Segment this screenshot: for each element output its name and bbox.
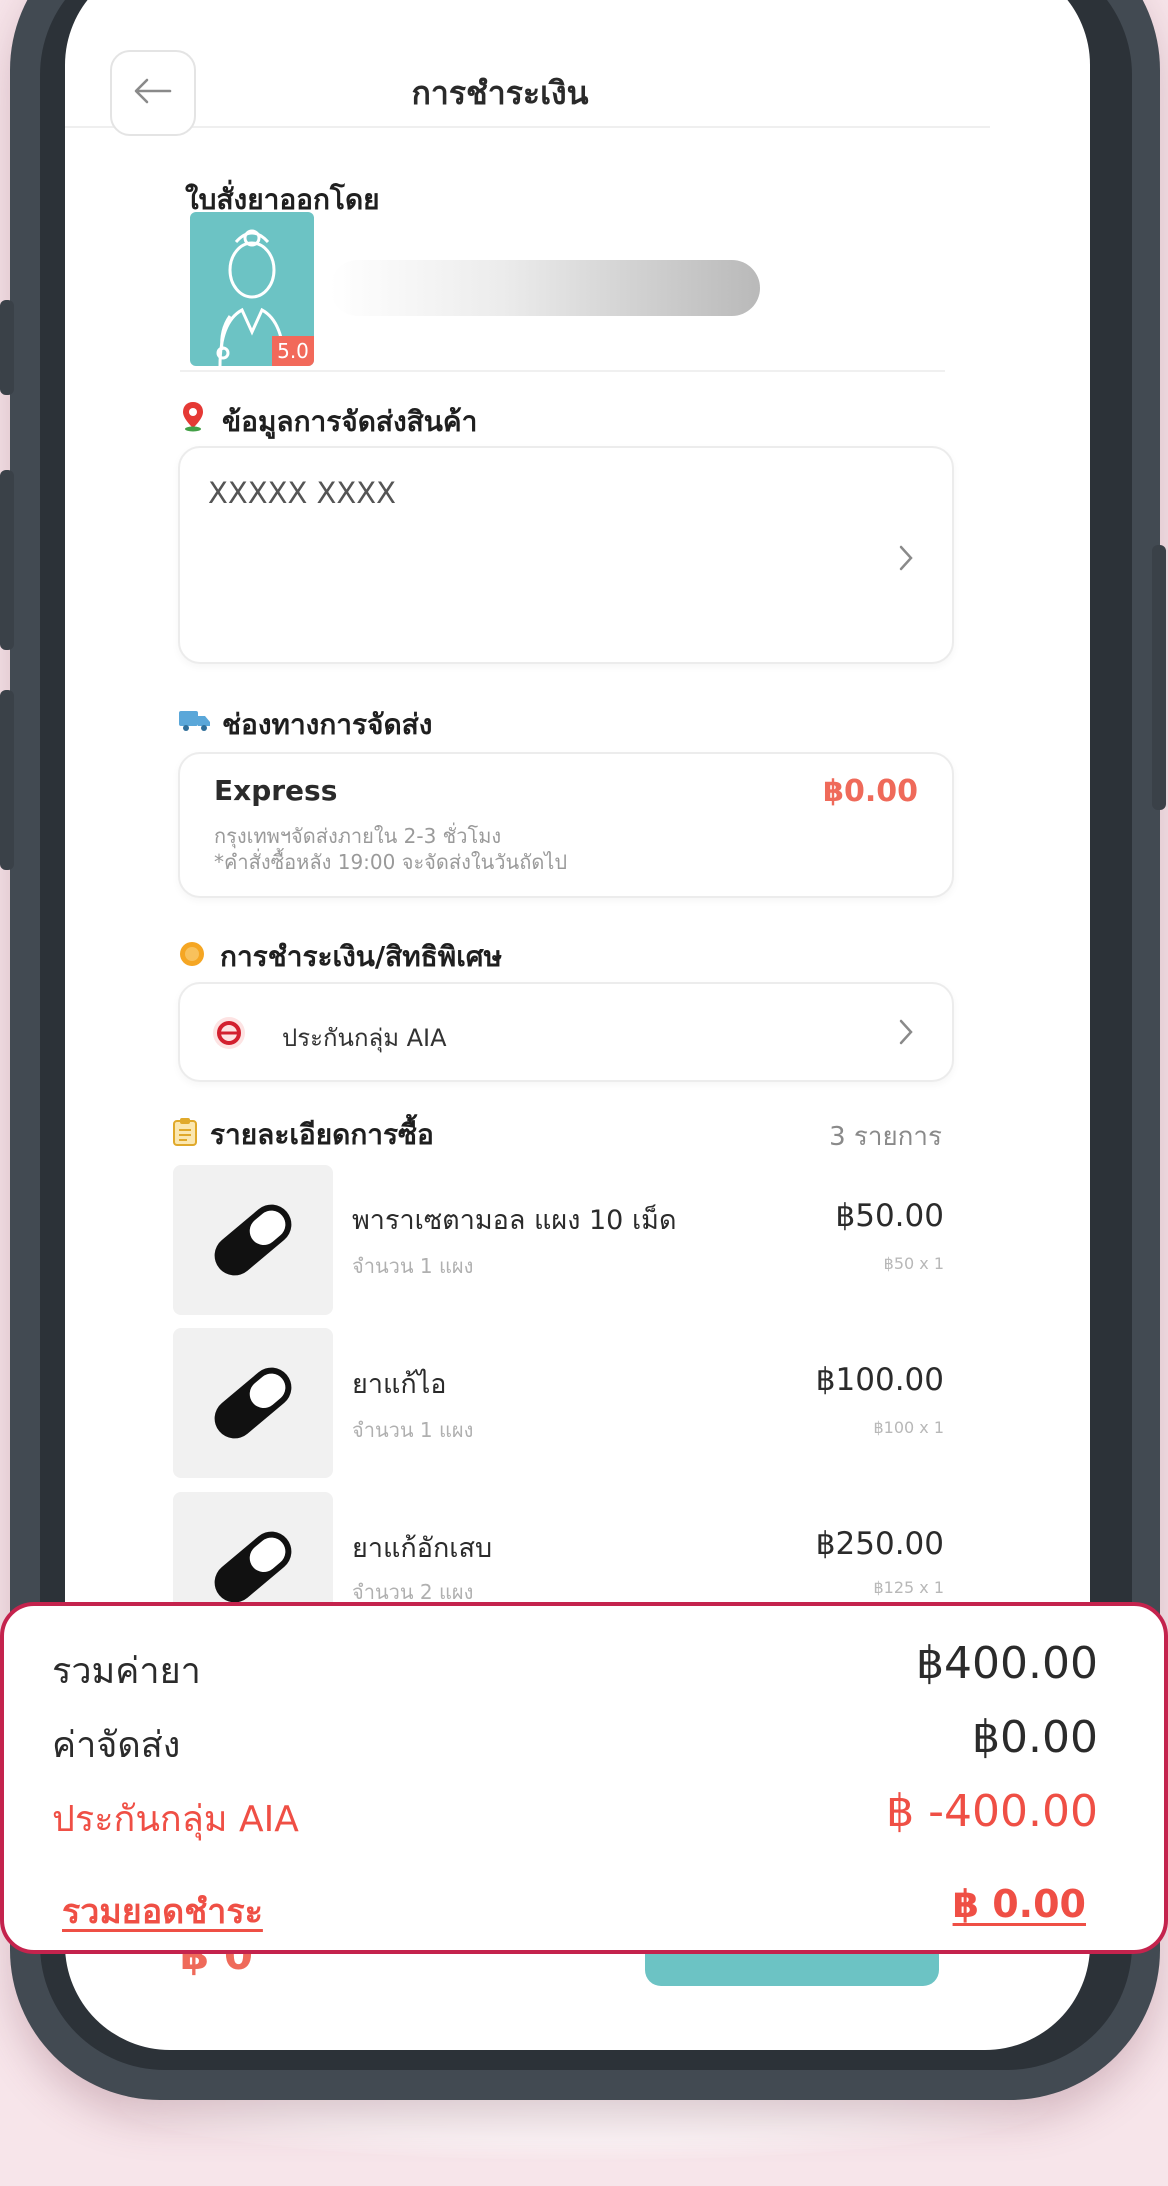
item-price: ฿100.00	[815, 1362, 944, 1398]
payment-method-card[interactable]: ประกันกลุ่ม AIA	[178, 982, 954, 1082]
page-title: การชำระเงิน	[411, 74, 589, 112]
delivery-method: Express	[214, 774, 338, 807]
address-text: XXXXX XXXX	[208, 476, 397, 510]
doctor-avatar: 5.0	[190, 212, 314, 366]
shipping-fee-label: ค่าจัดส่ง	[52, 1725, 181, 1766]
coin-icon	[178, 940, 206, 972]
delivery-price: ฿0.00	[823, 774, 918, 809]
pill-thumbnail	[173, 1328, 333, 1478]
item-unit-price: ฿50 x 1	[883, 1254, 944, 1273]
insurance-label: ประกันกลุ่ม AIA	[52, 1799, 299, 1840]
payment-label: การชำระเงิน/สิทธิพิเศษ	[220, 940, 503, 973]
order-summary-panel: รวมค่ายา ฿400.00 ค่าจัดส่ง ฿0.00 ประกันก…	[0, 1602, 1168, 1954]
shipping-fee-value: ฿0.00	[972, 1712, 1098, 1763]
phone-volume-down-button	[0, 690, 14, 870]
order-count: 3 รายการ	[829, 1122, 942, 1152]
chevron-right-icon	[898, 1018, 914, 1050]
doctor-name-placeholder	[330, 260, 760, 316]
item-price: ฿50.00	[835, 1198, 944, 1234]
shipping-info-label: ข้อมูลการจัดส่งสินค้า	[222, 405, 478, 438]
phone-volume-up-button	[0, 470, 14, 650]
divider	[180, 370, 945, 372]
truck-icon	[178, 708, 212, 736]
item-name: พาราเซตามอล แผง 10 เม็ด	[352, 1205, 677, 1236]
item-unit-price: ฿125 x 1	[873, 1578, 944, 1597]
grand-total-value: ฿ 0.00	[952, 1882, 1086, 1926]
payment-method-text: ประกันกลุ่ม AIA	[282, 1024, 447, 1052]
pill-thumbnail	[173, 1165, 333, 1315]
back-button[interactable]	[110, 50, 196, 136]
subtotal-label: รวมค่ายา	[52, 1651, 201, 1692]
pill-icon	[214, 1367, 292, 1439]
item-qty: จำนวน 1 แผง	[352, 1418, 474, 1442]
map-pin-icon	[180, 400, 206, 436]
rating-badge: 5.0	[272, 336, 314, 366]
delivery-channel-label: ช่องทางการจัดส่ง	[222, 708, 433, 741]
address-card[interactable]: XXXXX XXXX	[178, 446, 954, 664]
chevron-right-icon	[898, 544, 914, 576]
item-name: ยาแก้ไอ	[352, 1369, 447, 1400]
item-price: ฿250.00	[815, 1526, 944, 1562]
aia-logo-icon	[210, 1014, 248, 1056]
clipboard-icon	[172, 1117, 198, 1151]
phone-side-button	[0, 300, 14, 395]
item-unit-price: ฿100 x 1	[873, 1418, 944, 1437]
item-qty: จำนวน 1 แผง	[352, 1254, 474, 1278]
order-details-label: รายละเอียดการซื้อ	[210, 1118, 434, 1151]
arrow-left-icon	[134, 78, 172, 108]
subtotal-value: ฿400.00	[916, 1638, 1098, 1689]
grand-total-label: รวมยอดชำระ	[62, 1892, 263, 1932]
item-name: ยาแก้อักเสบ	[352, 1533, 493, 1564]
delivery-note-2: *คำสั่งซื้อหลัง 19:00 จะจัดส่งในวันถัดไป	[214, 850, 568, 874]
delivery-card[interactable]: Express ฿0.00 กรุงเทพฯจัดส่งภายใน 2-3 ชั…	[178, 752, 954, 898]
phone-power-button	[1152, 545, 1166, 810]
pill-icon	[214, 1204, 292, 1276]
insurance-value: ฿ -400.00	[886, 1786, 1098, 1837]
